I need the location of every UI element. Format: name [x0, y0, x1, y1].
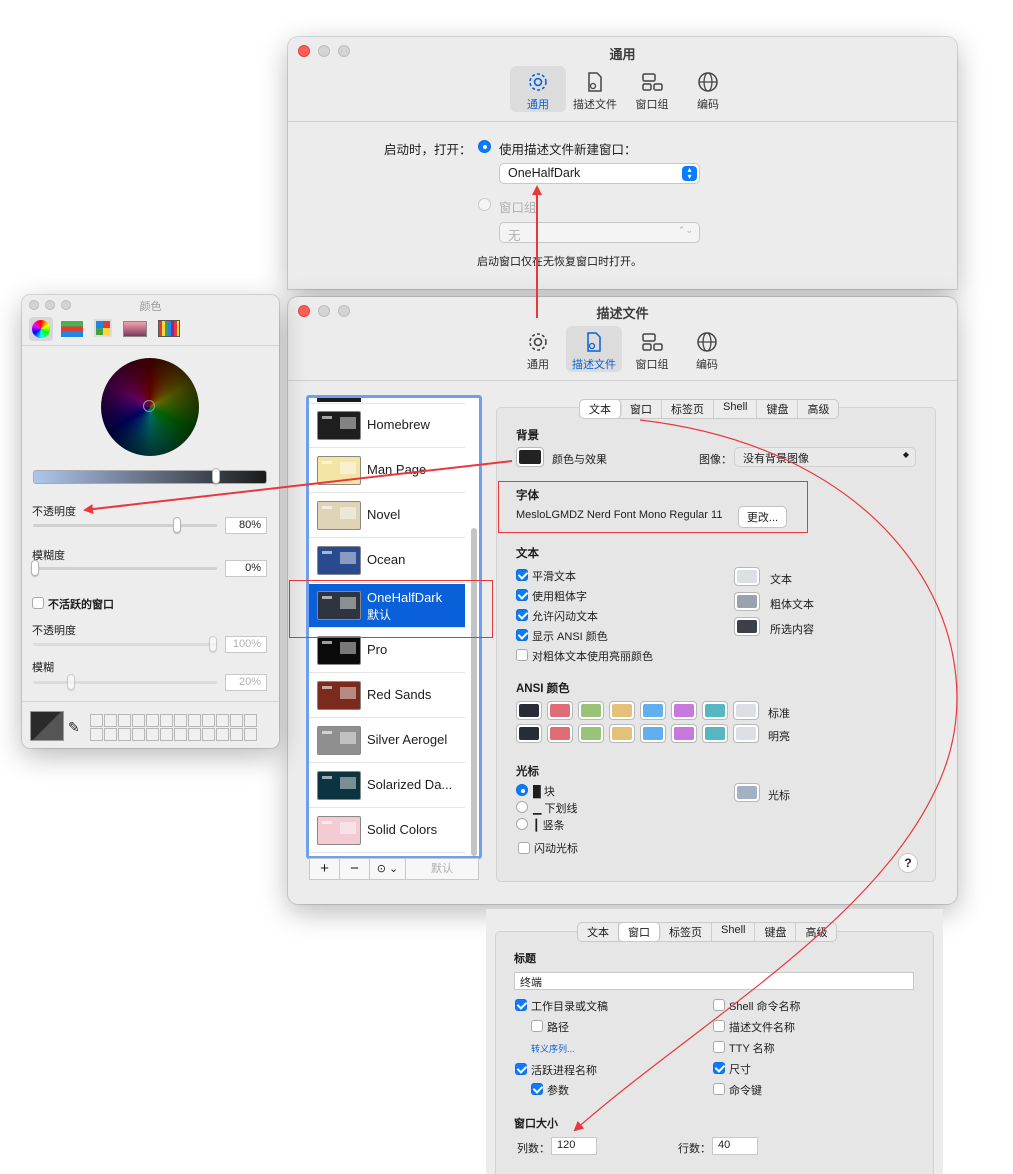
annotation-overlay [83, 185, 958, 1132]
arrow-text-to-window-size [573, 419, 958, 1132]
arrow-color-to-opacity [83, 460, 513, 515]
